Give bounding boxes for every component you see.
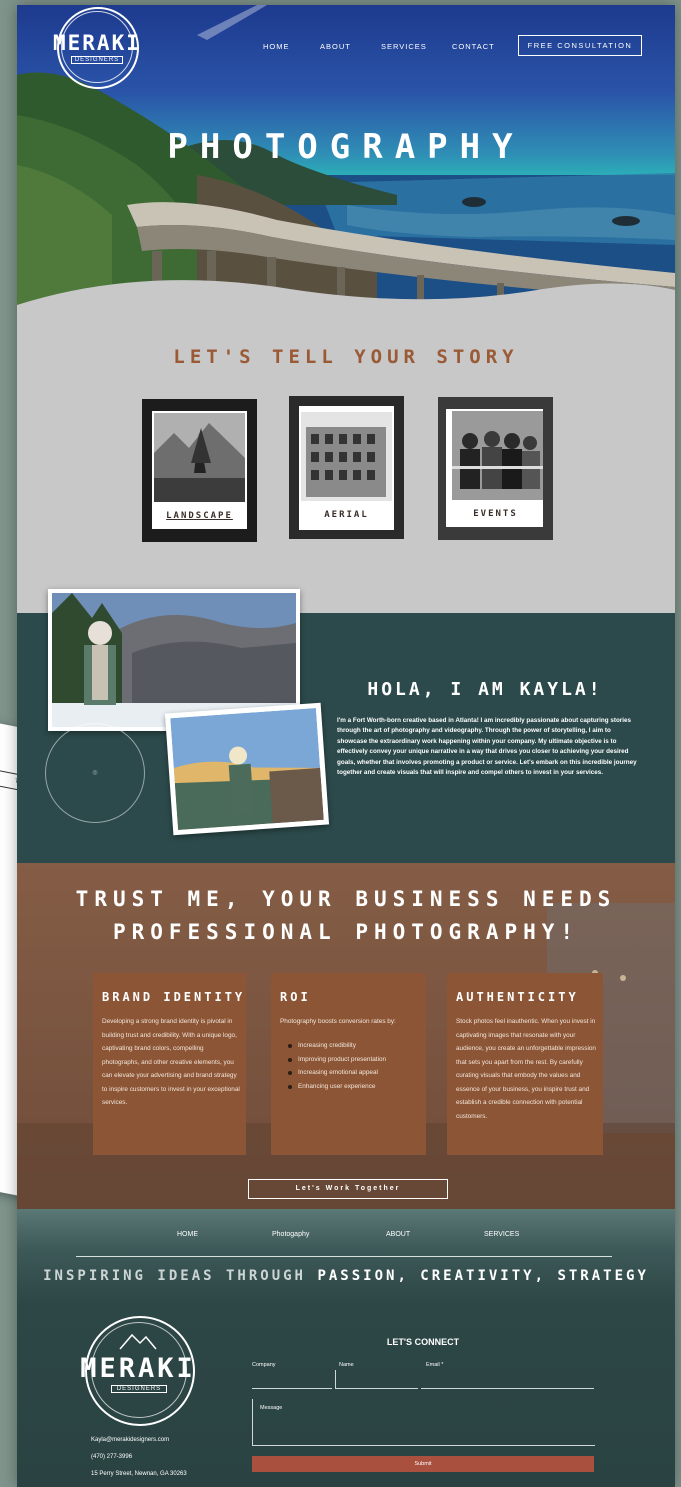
trust-title-line2: PROFESSIONAL PHOTOGRAPHY! [112, 920, 580, 944]
footer-nav-photography[interactable]: Photogaphy [272, 1231, 309, 1238]
roi-bullet: Increasing emotional appeal [288, 1066, 386, 1080]
roi-bullet: Improving product presentation [288, 1053, 386, 1067]
footer-nav-home[interactable]: HOME [177, 1231, 198, 1238]
message-textarea[interactable] [252, 1399, 595, 1446]
hero-section: MERAKI DESIGNERS HOME ABOUT SERVICES CON… [17, 5, 675, 317]
trust-title-line1: TRUST ME, YOUR BUSINESS NEEDS [75, 887, 617, 911]
website-mockup: MERAKI DESIGNERS HOME ABOUT SERVICES CON… [17, 5, 675, 1487]
story-title: LET'S TELL YOUR STORY [173, 346, 519, 368]
about-title: HOLA, I AM KAYLA! [367, 679, 603, 700]
footer-nav-services[interactable]: SERVICES [484, 1231, 519, 1238]
events-photo [452, 411, 543, 500]
logo-wordmark[interactable]: MERAKI [53, 31, 139, 55]
roi-list: Increasing credibility Improving product… [288, 1039, 386, 1093]
brand-identity-text: Developing a strong brand identity is pi… [102, 1018, 240, 1106]
lets-work-together-button[interactable]: Let's Work Together [248, 1179, 448, 1199]
authenticity-box: AUTHENTICITY Stock photos feel inauthent… [447, 973, 603, 1155]
footer-logo-subtitle: DESIGNERS [111, 1385, 167, 1393]
footer-email[interactable]: Kayla@merakidesigners.com [91, 1437, 169, 1443]
authenticity-text: Stock photos feel inauthentic. When you … [456, 1018, 596, 1120]
about-section: ◎ HOLA, I AM KAYLA! I'm a Fort Worth-bor… [17, 589, 675, 863]
roi-box: ROI Photography boosts conversion rates … [271, 973, 426, 1155]
nav-home[interactable]: HOME [263, 42, 290, 51]
submit-button[interactable]: Submit [252, 1456, 594, 1472]
connect-title: LET'S CONNECT [386, 1337, 460, 1347]
email-input[interactable] [421, 1370, 594, 1389]
free-consultation-button[interactable]: FREE CONSULTATION [518, 35, 642, 56]
landscape-label[interactable]: LANDSCAPE [142, 511, 257, 521]
hero-title: PHOTOGRAPHY [167, 127, 525, 167]
photography-stamp-logo: ◎ [45, 723, 145, 823]
trust-section: TRUST ME, YOUR BUSINESS NEEDS PROFESSION… [17, 863, 675, 1209]
nav-services[interactable]: SERVICES [381, 42, 427, 51]
name-input[interactable] [335, 1370, 418, 1389]
events-label[interactable]: EVENTS [438, 509, 553, 519]
footer-logo-wordmark: MERAKI [80, 1353, 196, 1384]
footer-section: HOME Photogaphy ABOUT SERVICES INSPIRING… [17, 1209, 675, 1487]
brand-identity-title: BRAND IDENTITY [102, 990, 246, 1004]
footer-tagline: INSPIRING IDEAS THROUGH PASSION, CREATIV… [17, 1268, 675, 1284]
roi-bullet: Enhancing user experience [288, 1080, 386, 1094]
footer-nav-about[interactable]: ABOUT [386, 1231, 410, 1238]
events-card[interactable]: EVENTS [438, 397, 553, 540]
landscape-card[interactable]: LANDSCAPE [142, 399, 257, 542]
brand-identity-box: BRAND IDENTITY Developing a strong brand… [93, 973, 246, 1155]
kayla-photo-coast [164, 702, 330, 836]
footer-divider [76, 1256, 612, 1257]
roi-bullet: Increasing credibility [288, 1039, 386, 1053]
roi-text: Photography boosts conversion rates by: [280, 1018, 396, 1025]
roi-title: ROI [280, 990, 311, 1004]
landscape-photo [154, 413, 245, 502]
company-input[interactable] [252, 1370, 332, 1389]
about-paragraph: I'm a Fort Worth-born creative based in … [337, 717, 637, 777]
mountain-icon [119, 1333, 157, 1350]
nav-contact[interactable]: CONTACT [452, 42, 495, 51]
footer-phone[interactable]: (470) 277-3996 [91, 1454, 132, 1460]
aerial-label[interactable]: AERIAL [289, 510, 404, 520]
coast-photo [170, 708, 324, 830]
company-label: Company [252, 1362, 276, 1368]
tagline-bold: PASSION, CREATIVITY, STRATEGY [317, 1268, 649, 1284]
authenticity-title: AUTHENTICITY [456, 990, 579, 1004]
footer-address: 15 Perry Street, Newnan, GA 30263 [91, 1471, 187, 1477]
tagline-light: INSPIRING IDEAS THROUGH [43, 1268, 306, 1284]
aerial-card[interactable]: AERIAL [289, 396, 404, 539]
name-label: Name [339, 1362, 354, 1368]
nav-about[interactable]: ABOUT [320, 42, 351, 51]
trust-title: TRUST ME, YOUR BUSINESS NEEDS PROFESSION… [17, 883, 675, 949]
email-label: Email * [426, 1362, 444, 1368]
story-section: LET'S TELL YOUR STORY LANDSCAPE AERIAL E… [17, 317, 675, 613]
message-label: Message [260, 1405, 283, 1411]
aerial-photo [301, 412, 392, 501]
logo-subtitle: DESIGNERS [71, 56, 123, 64]
